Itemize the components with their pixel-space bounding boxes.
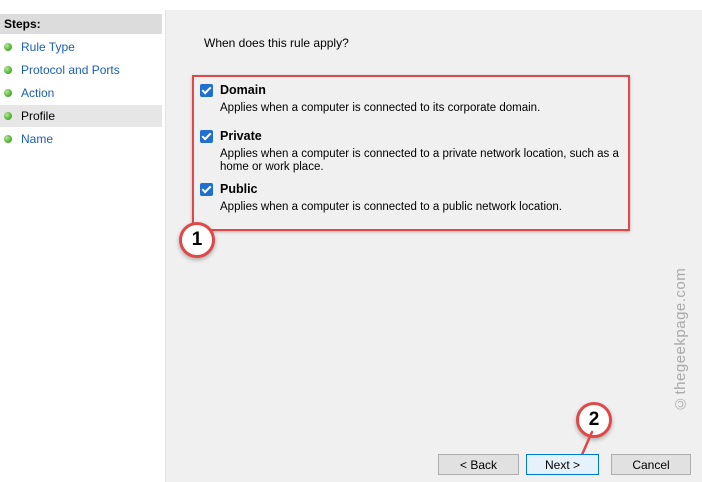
step-status-dot-icon [4,112,12,120]
option-title: Domain [220,83,266,97]
domain-checkbox[interactable] [200,84,213,97]
back-button[interactable]: < Back [438,454,519,475]
sidebar-item-label: Action [21,86,55,100]
sidebar-item-action[interactable]: Action [0,82,162,104]
option-description: Applies when a computer is connected to … [220,148,619,173]
sidebar-item-rule-type[interactable]: Rule Type [0,36,162,58]
option-description: Applies when a computer is connected to … [220,201,563,213]
option-title: Private [220,129,262,143]
sidebar-item-label: Name [21,132,54,146]
sidebar-item-protocol-and-ports[interactable]: Protocol and Ports [0,59,162,81]
private-checkbox[interactable] [200,130,213,143]
annotation-badge-1: 1 [179,222,215,258]
sidebar-item-label: Protocol and Ports [21,63,120,77]
window-top-strip [0,0,702,10]
steps-sidebar: Steps: Rule Type Protocol and Ports Acti… [0,10,166,482]
option-title: Public [220,182,258,196]
steps-title: Steps: [0,14,162,34]
sidebar-item-label: Profile [21,109,56,123]
sidebar-item-name[interactable]: Name [0,128,162,150]
cancel-button[interactable]: Cancel [611,454,691,475]
sidebar-item-label: Rule Type [21,40,75,54]
step-status-dot-icon [4,135,12,143]
rule-apply-question: When does this rule apply? [204,36,349,50]
public-checkbox[interactable] [200,183,213,196]
sidebar-item-profile[interactable]: Profile [0,105,162,127]
watermark-text: ©thegeekpage.com [672,267,689,412]
option-description: Applies when a computer is connected to … [220,102,541,114]
step-status-dot-icon [4,66,12,74]
step-status-dot-icon [4,43,12,51]
step-status-dot-icon [4,89,12,97]
next-button[interactable]: Next > [526,454,599,475]
